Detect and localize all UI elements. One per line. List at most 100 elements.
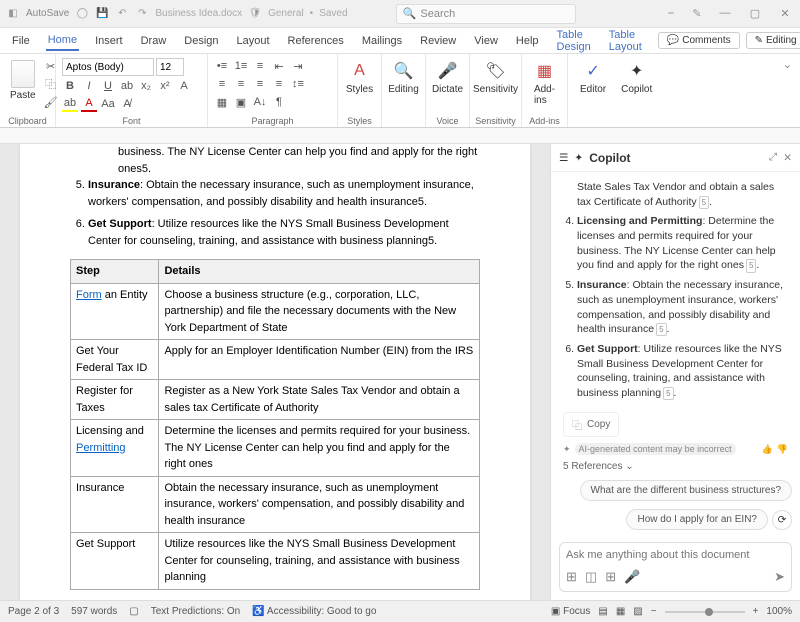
sensitivity-button[interactable]: 🏷Sensitivity: [476, 58, 515, 97]
align-left-button[interactable]: ≡: [214, 76, 230, 92]
menu-layout[interactable]: Layout: [235, 32, 272, 50]
menu-design[interactable]: Design: [182, 32, 220, 50]
line-spacing-button[interactable]: ↕≡: [290, 76, 306, 92]
mic-input-icon[interactable]: 🎤: [624, 569, 640, 585]
focus-mode[interactable]: ▣ Focus: [551, 606, 590, 617]
close-button[interactable]: ✕: [776, 7, 794, 21]
steps-table[interactable]: StepDetails Form an EntityChoose a busin…: [70, 259, 480, 590]
word-count[interactable]: 597 words: [71, 606, 117, 617]
text-predictions[interactable]: Text Predictions: On: [151, 606, 240, 617]
accessibility-icon: ♿: [252, 606, 264, 617]
document-pane[interactable]: business. The NY License Center can help…: [0, 144, 550, 600]
zoom-in-button[interactable]: +: [753, 606, 759, 617]
minimize-button[interactable]: ―: [716, 7, 734, 21]
paste-button[interactable]: Paste: [6, 58, 40, 123]
shading-button[interactable]: ▦: [214, 94, 230, 110]
editing-mode-button[interactable]: ✎Editing▾: [746, 32, 800, 49]
menu-table-design[interactable]: Table Design: [555, 26, 593, 56]
dictate-button[interactable]: 🎤Dictate: [432, 58, 463, 97]
accessibility-status[interactable]: ♿ Accessibility: Good to go: [252, 606, 376, 617]
thumbs-down-icon[interactable]: 👎: [777, 444, 788, 455]
text-effects-button[interactable]: A: [176, 78, 192, 94]
zoom-out-button[interactable]: −: [651, 606, 657, 617]
underline-button[interactable]: U: [100, 78, 116, 94]
zoom-level[interactable]: 100%: [766, 606, 792, 617]
undo-icon[interactable]: ↶: [115, 7, 129, 21]
align-center-button[interactable]: ≡: [233, 76, 249, 92]
grid-icon[interactable]: ⊞: [605, 569, 616, 585]
sparkle-icon: ✦: [563, 444, 571, 455]
copilot-icon: ✦: [574, 152, 583, 164]
redo-icon[interactable]: ↷: [135, 7, 149, 21]
copilot-ribbon-button[interactable]: ✦Copilot: [615, 58, 658, 123]
font-size-select[interactable]: [156, 58, 184, 76]
change-case-button[interactable]: Aa: [100, 96, 116, 112]
page-indicator[interactable]: Page 2 of 3: [8, 606, 59, 617]
editing-button[interactable]: 🔍Editing: [388, 58, 419, 97]
send-icon[interactable]: ➤: [774, 569, 785, 585]
expand-icon[interactable]: ⤢: [769, 151, 777, 164]
thumbs-up-icon[interactable]: 👍: [762, 444, 773, 455]
decrease-indent-button[interactable]: ⇤: [271, 58, 287, 74]
comments-button[interactable]: 💬Comments: [658, 32, 740, 49]
collapse-ribbon-icon[interactable]: ⌄: [775, 54, 800, 127]
editor-button[interactable]: ✓Editor: [574, 58, 612, 123]
italic-button[interactable]: I: [81, 78, 97, 94]
styles-button[interactable]: AStyles: [344, 58, 375, 97]
menu-review[interactable]: Review: [418, 32, 458, 50]
highlight-button[interactable]: ab: [62, 96, 78, 112]
table-row: Licensing and PermittingDetermine the li…: [71, 420, 480, 477]
menu-help[interactable]: Help: [514, 32, 541, 50]
addins-button[interactable]: ▦Add-ins: [528, 58, 561, 108]
menu-home[interactable]: Home: [46, 31, 79, 51]
search-box[interactable]: 🔍 Search: [396, 4, 576, 24]
pencil-icon[interactable]: ✎: [690, 7, 704, 21]
save-icon[interactable]: 💾: [95, 7, 109, 21]
justify-button[interactable]: ≡: [271, 76, 287, 92]
font-color-button[interactable]: A: [81, 96, 97, 112]
attach-icon[interactable]: ◫: [585, 569, 597, 585]
view-read-icon[interactable]: ▤: [598, 606, 607, 617]
menu-insert[interactable]: Insert: [93, 32, 125, 50]
font-name-select[interactable]: [62, 58, 154, 76]
menu-icon[interactable]: ⊞: [566, 569, 577, 585]
copy-button[interactable]: ⿻Copy: [563, 412, 619, 437]
clear-format-button[interactable]: A̸: [119, 96, 135, 112]
menu-references[interactable]: References: [286, 32, 346, 50]
view-print-icon[interactable]: ▦: [616, 606, 625, 617]
refresh-suggestions-button[interactable]: ⟳: [772, 510, 792, 530]
increase-indent-button[interactable]: ⇥: [290, 58, 306, 74]
bullets-button[interactable]: •≡: [214, 58, 230, 74]
statusbar: Page 2 of 3 597 words ▢ Text Predictions…: [0, 600, 800, 622]
copilot-input[interactable]: [566, 549, 785, 561]
references-toggle[interactable]: 5 References ⌄: [551, 457, 800, 476]
strikethrough-button[interactable]: ab: [119, 78, 135, 94]
menu-file[interactable]: File: [10, 32, 32, 50]
table-header: Details: [159, 260, 480, 284]
suggestion-chip[interactable]: How do I apply for an EIN?: [626, 509, 768, 530]
ribbon-mode-icon[interactable]: ⎯: [664, 7, 678, 21]
superscript-button[interactable]: x²: [157, 78, 173, 94]
ruler[interactable]: [0, 128, 800, 144]
language-icon[interactable]: ▢: [129, 606, 138, 617]
menu-mailings[interactable]: Mailings: [360, 32, 404, 50]
menu-view[interactable]: View: [472, 32, 500, 50]
list-item: Get Support: Utilize resources like the …: [88, 216, 480, 249]
close-pane-icon[interactable]: ✕: [783, 152, 792, 164]
bold-button[interactable]: B: [62, 78, 78, 94]
menu-table-layout[interactable]: Table Layout: [607, 26, 644, 56]
menu-draw[interactable]: Draw: [139, 32, 169, 50]
numbering-button[interactable]: 1≡: [233, 58, 249, 74]
autosave-toggle[interactable]: ◯: [75, 7, 89, 21]
borders-button[interactable]: ▣: [233, 94, 249, 110]
zoom-slider[interactable]: [665, 611, 745, 613]
suggestion-chip[interactable]: What are the different business structur…: [580, 480, 792, 501]
hamburger-icon[interactable]: ☰: [559, 152, 568, 164]
sort-button[interactable]: A↓: [252, 94, 268, 110]
multilevel-button[interactable]: ≡: [252, 58, 268, 74]
show-marks-button[interactable]: ¶: [271, 94, 287, 110]
view-web-icon[interactable]: ▨: [633, 606, 642, 617]
align-right-button[interactable]: ≡: [252, 76, 268, 92]
subscript-button[interactable]: x₂: [138, 78, 154, 94]
maximize-button[interactable]: ▢: [746, 7, 764, 21]
